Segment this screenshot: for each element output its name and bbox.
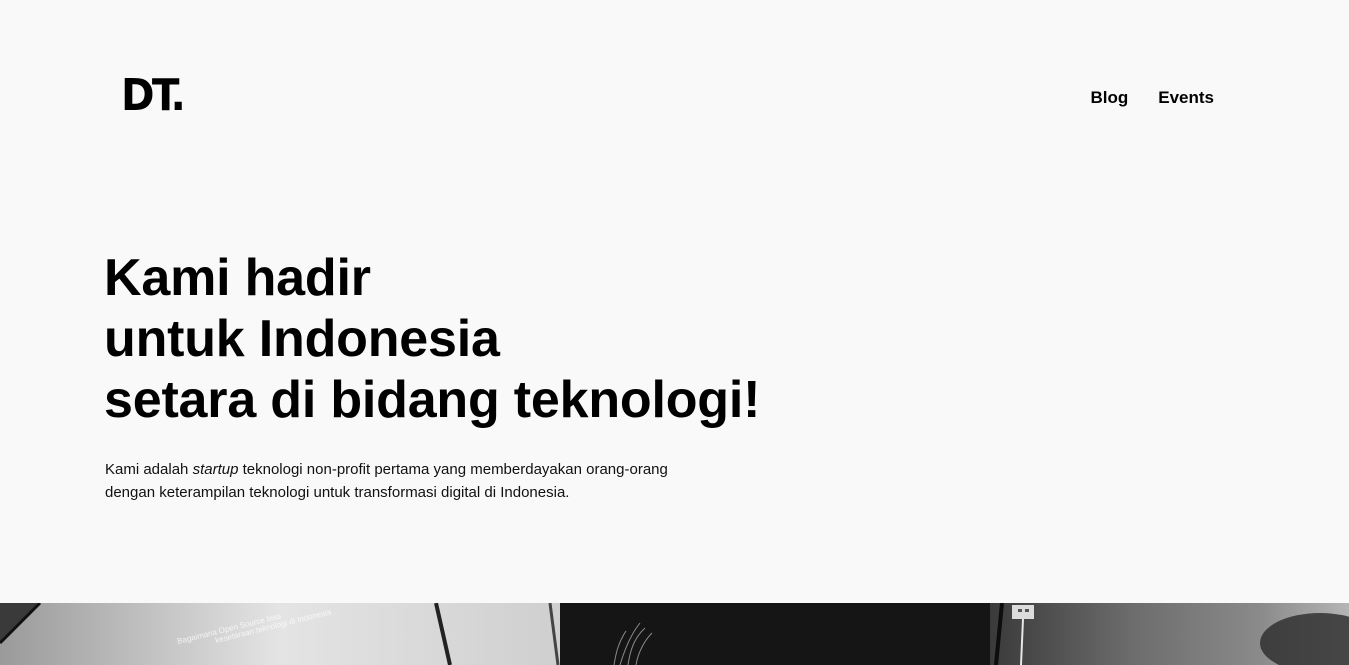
- hero-description-emphasis: startup: [192, 461, 239, 478]
- hero-title-line-2: untuk Indonesia: [104, 310, 500, 368]
- hero-title-line-1: Kami hadir: [104, 249, 371, 307]
- hero-photo-image: Bagaimana Open Source bisa kesetaraan te…: [0, 603, 1349, 665]
- hero-title: Kami hadir untuk Indonesia setara di bid…: [104, 248, 760, 431]
- page: DT. Blog Events Kami hadir untuk Indones…: [0, 0, 1349, 665]
- logo-text: DT.: [121, 70, 186, 121]
- hero-description-part-1: Kami adalah: [105, 461, 193, 478]
- logo[interactable]: DT.: [121, 70, 189, 121]
- nav-link-blog[interactable]: Blog: [1090, 88, 1128, 108]
- hero-photo: Bagaimana Open Source bisa kesetaraan te…: [0, 603, 1349, 665]
- nav-link-events[interactable]: Events: [1158, 88, 1214, 108]
- main-nav: Blog Events: [1090, 88, 1214, 108]
- hero-description: Kami adalah startup teknologi non-profit…: [105, 458, 685, 504]
- hero-title-line-3: setara di bidang teknologi!: [104, 371, 761, 429]
